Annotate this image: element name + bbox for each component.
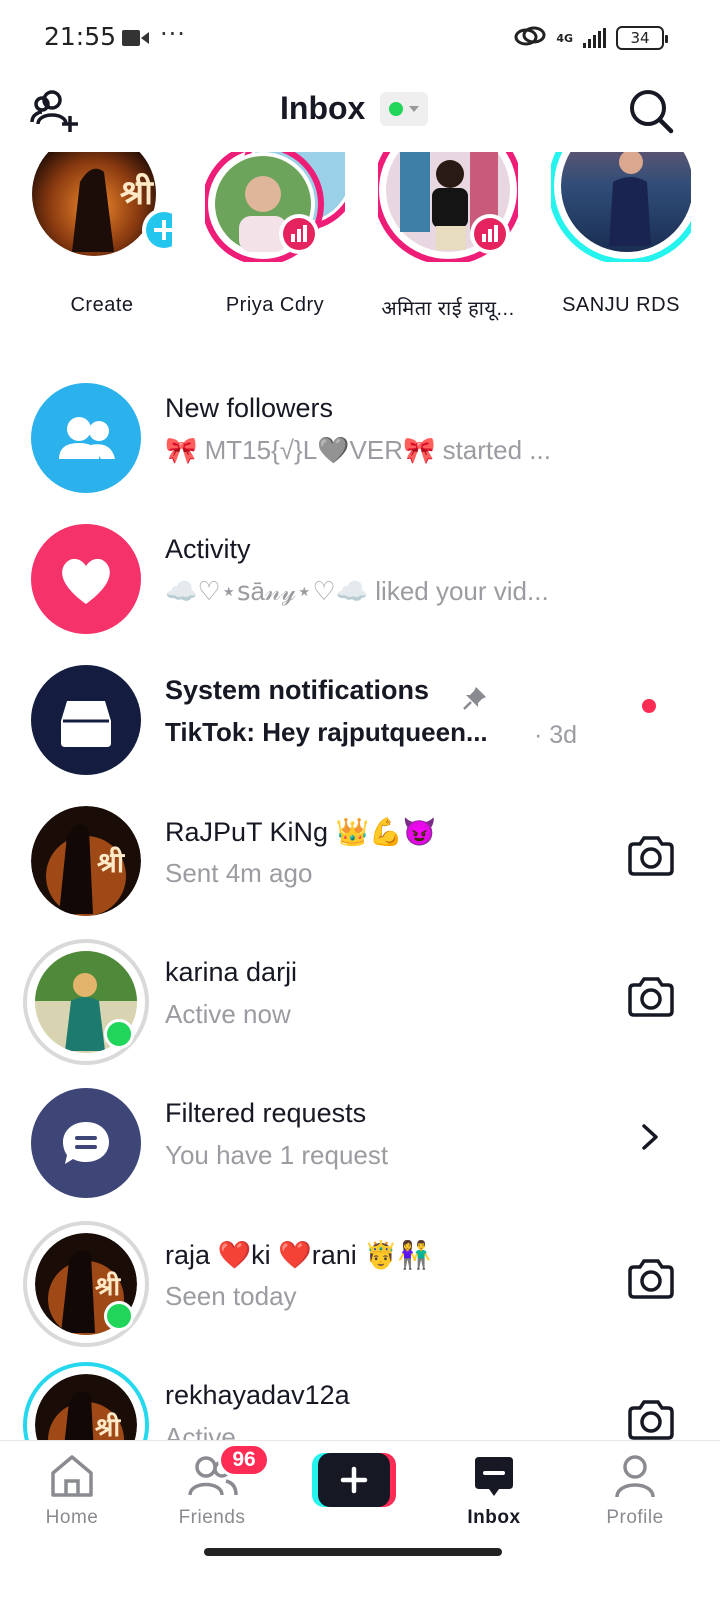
story-item[interactable]: Priya Cdry bbox=[185, 152, 365, 332]
message-bubble-icon bbox=[63, 1122, 109, 1164]
camera-icon[interactable] bbox=[626, 1257, 676, 1305]
chat-row[interactable]: karina darji Active now bbox=[0, 937, 720, 1067]
row-subtitle: TikTok: Hey rajputqueen... bbox=[165, 717, 488, 747]
story-name: Create bbox=[70, 294, 134, 316]
row-subtitle: Sent 4m ago bbox=[165, 858, 313, 888]
filtered-requests-row[interactable]: Filtered requests You have 1 request bbox=[0, 1078, 720, 1208]
online-status-dot bbox=[389, 102, 403, 116]
story-name: अमिता राई हायू... bbox=[381, 298, 515, 320]
row-subtitle: ☁️♡⋆ꜱā𝓃𝓎⋆♡☁️ liked your vid... bbox=[165, 576, 549, 606]
online-indicator bbox=[104, 1019, 134, 1049]
status-time: 21:55 bbox=[44, 22, 117, 51]
row-subtitle: Seen today bbox=[165, 1281, 297, 1311]
home-indicator[interactable] bbox=[204, 1548, 502, 1556]
activity-avatar bbox=[31, 524, 141, 634]
battery-level: 34 bbox=[630, 29, 650, 47]
row-subtitle: You have 1 request bbox=[165, 1140, 389, 1170]
inbox-message-icon bbox=[475, 1457, 513, 1496]
svg-text:श्री: श्री bbox=[97, 846, 126, 879]
user-avatar: श्री bbox=[31, 806, 141, 916]
video-record-icon bbox=[122, 28, 150, 52]
svg-text:श्री: श्री bbox=[95, 1412, 121, 1440]
row-title: System notifications bbox=[165, 675, 430, 705]
camera-icon[interactable] bbox=[626, 975, 676, 1023]
hotspot-link-icon bbox=[514, 24, 546, 52]
chat-row[interactable]: श्री raja ❤️ki ❤️rani 🤴👫 Seen today bbox=[0, 1219, 720, 1349]
create-story-avatar[interactable]: श्री bbox=[32, 152, 172, 262]
profile-icon bbox=[615, 1455, 655, 1498]
row-title: Filtered requests bbox=[165, 1098, 367, 1128]
story-avatar bbox=[205, 152, 345, 262]
people-icon bbox=[59, 417, 115, 459]
search-icon[interactable] bbox=[628, 88, 674, 138]
battery-icon: 34 bbox=[616, 26, 668, 50]
story-avatar bbox=[378, 152, 518, 262]
create-button[interactable] bbox=[312, 1453, 396, 1507]
status-bar: 21:55 ··· 4G 34 bbox=[0, 0, 720, 78]
home-icon bbox=[51, 1455, 93, 1497]
nav-label: Inbox bbox=[467, 1507, 521, 1528]
system-notifications-row[interactable]: System notifications TikTok: Hey rajputq… bbox=[0, 655, 720, 785]
chat-row[interactable]: श्री RaJPuT KiNg 👑💪😈 Sent 4m ago bbox=[0, 796, 720, 926]
svg-text:श्री: श्री bbox=[120, 172, 154, 213]
row-time: · 3d bbox=[534, 721, 578, 749]
online-status-toggle[interactable] bbox=[380, 92, 428, 126]
chevron-right-icon[interactable] bbox=[640, 1122, 660, 1156]
nav-inbox[interactable]: Inbox bbox=[434, 1453, 554, 1529]
camera-icon[interactable] bbox=[626, 1398, 676, 1440]
nav-label: Friends bbox=[178, 1507, 246, 1528]
camera-icon[interactable] bbox=[626, 834, 676, 882]
signal-icon bbox=[583, 28, 606, 48]
row-title: New followers bbox=[165, 393, 334, 423]
heart-icon bbox=[62, 558, 110, 604]
plus-icon bbox=[312, 1453, 396, 1507]
unread-indicator bbox=[642, 699, 656, 713]
new-followers-row[interactable]: New followers 🎀 MT15{√}L🩶VER🎀 started ..… bbox=[0, 373, 720, 503]
nav-label: Home bbox=[45, 1507, 99, 1528]
nav-label: Profile bbox=[606, 1507, 664, 1528]
row-subtitle: Active bbox=[165, 1422, 236, 1440]
activity-row[interactable]: Activity ☁️♡⋆ꜱā𝓃𝓎⋆♡☁️ liked your vid... bbox=[0, 514, 720, 644]
friends-badge: 96 bbox=[218, 1443, 270, 1477]
stories-bar: श्री Create Priya Cdry अमिता राई हायू...… bbox=[0, 152, 720, 332]
add-friends-icon[interactable] bbox=[30, 88, 80, 138]
inbox-header: Inbox bbox=[0, 80, 720, 144]
row-title: RaJPuT KiNg 👑💪😈 bbox=[165, 817, 437, 847]
nav-profile[interactable]: Profile bbox=[575, 1453, 695, 1529]
nav-friends[interactable]: 96 Friends bbox=[152, 1443, 272, 1529]
story-item[interactable]: SANJU RDS bbox=[531, 152, 711, 332]
svg-text:श्री: श्री bbox=[95, 1271, 121, 1302]
chat-row[interactable]: श्री rekhayadav12a Active bbox=[0, 1360, 720, 1440]
story-name: Priya Cdry bbox=[225, 294, 325, 316]
system-avatar bbox=[31, 665, 141, 775]
story-avatar bbox=[551, 152, 691, 262]
row-title: karina darji bbox=[165, 957, 298, 987]
row-title: raja ❤️ki ❤️rani 🤴👫 bbox=[165, 1240, 432, 1270]
story-name: SANJU RDS bbox=[562, 294, 680, 316]
story-create[interactable]: श्री Create bbox=[12, 152, 192, 332]
bottom-nav: Home 96 Friends Inbox Profile bbox=[0, 1440, 720, 1600]
row-title: rekhayadav12a bbox=[165, 1380, 350, 1410]
filtered-avatar bbox=[31, 1088, 141, 1198]
pin-icon bbox=[462, 685, 488, 715]
row-subtitle: 🎀 MT15{√}L🩶VER🎀 started ... bbox=[165, 435, 551, 465]
online-indicator bbox=[104, 1301, 134, 1331]
nav-home[interactable]: Home bbox=[12, 1453, 132, 1529]
followers-avatar bbox=[31, 383, 141, 493]
status-more-indicator: ··· bbox=[160, 20, 186, 48]
network-type: 4G bbox=[556, 31, 573, 45]
inbox-tray-icon bbox=[61, 701, 111, 747]
story-item[interactable]: अमिता राई हायू... bbox=[358, 152, 538, 332]
page-title: Inbox bbox=[280, 90, 366, 126]
chevron-down-icon bbox=[409, 106, 419, 112]
row-subtitle: Active now bbox=[165, 999, 291, 1029]
row-title: Activity bbox=[165, 534, 251, 564]
